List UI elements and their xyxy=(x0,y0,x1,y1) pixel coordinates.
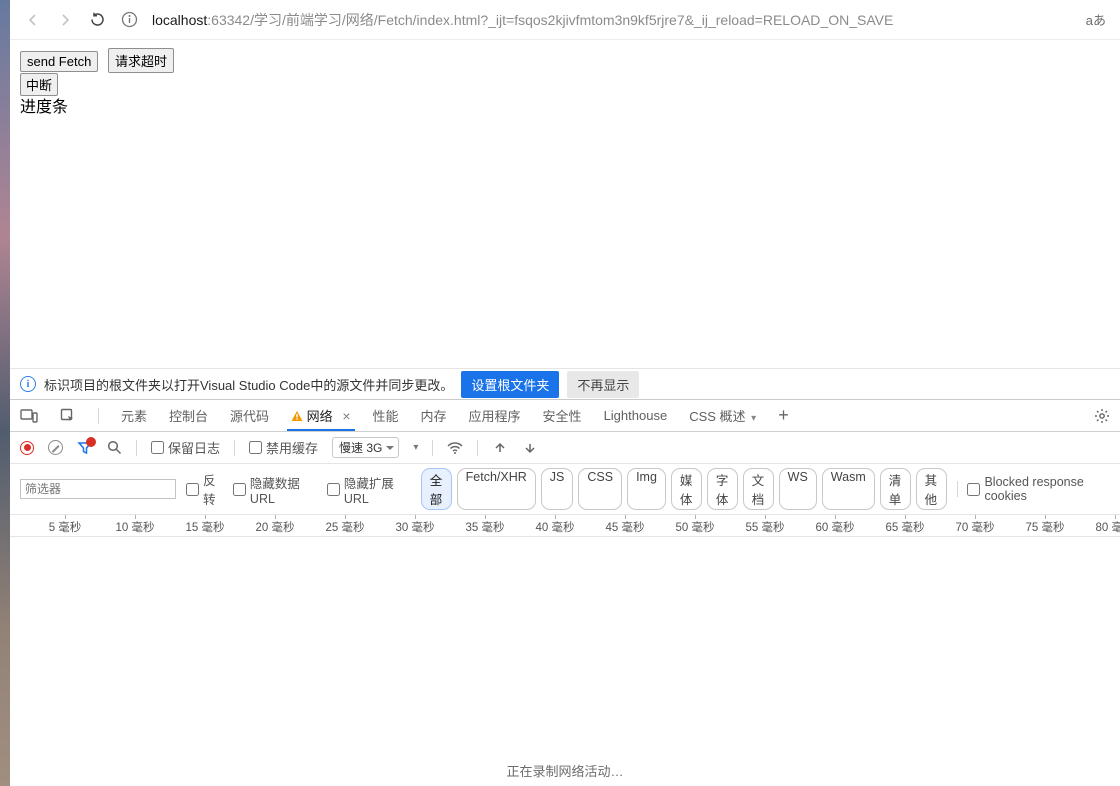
address-bar: localhost:63342/学习/前端学习/网络/Fetch/index.h… xyxy=(10,0,1120,40)
ruler-tick: 15 毫秒 xyxy=(170,515,240,535)
network-filter-bar: 反转 隐藏数据 URL 隐藏扩展 URL 全部Fetch/XHRJSCSSImg… xyxy=(10,464,1120,515)
timeline-ruler[interactable]: 5 毫秒10 毫秒15 毫秒20 毫秒25 毫秒30 毫秒35 毫秒40 毫秒4… xyxy=(10,515,1120,537)
recording-message: 正在录制网络活动… xyxy=(10,761,1120,780)
tab-network[interactable]: 网络 × xyxy=(291,401,350,430)
network-waterfall[interactable]: 正在录制网络活动… xyxy=(10,537,1120,786)
separator xyxy=(477,440,478,456)
abort-button[interactable]: 中断 xyxy=(20,73,58,96)
browser-window: localhost:63342/学习/前端学习/网络/Fetch/index.h… xyxy=(10,0,1120,786)
filter-badge xyxy=(86,437,96,447)
set-root-button[interactable]: 设置根文件夹 xyxy=(461,371,559,398)
ruler-tick: 45 毫秒 xyxy=(590,515,660,535)
filter-icon[interactable] xyxy=(77,440,93,456)
type-chip[interactable]: CSS xyxy=(578,468,622,510)
device-mode-icon[interactable] xyxy=(20,408,38,424)
page-blank-area xyxy=(10,119,1120,368)
translate-icon[interactable]: aあ xyxy=(1086,10,1106,29)
type-chip[interactable]: Fetch/XHR xyxy=(457,468,536,510)
hide-data-url-checkbox[interactable]: 隐藏数据 URL xyxy=(233,473,317,506)
separator xyxy=(234,440,235,456)
ruler-tick: 5 毫秒 xyxy=(30,515,100,535)
disable-cache-checkbox[interactable]: 禁用缓存 xyxy=(249,438,318,457)
type-chips: 全部Fetch/XHRJSCSSImg媒体字体文档WSWasm清单其他 xyxy=(421,468,947,510)
ruler-tick: 60 毫秒 xyxy=(800,515,870,535)
settings-icon[interactable] xyxy=(1094,408,1110,424)
add-tab-icon[interactable]: + xyxy=(778,405,789,426)
warning-icon xyxy=(291,410,303,422)
throttle-more-icon[interactable]: ▾ xyxy=(413,442,418,453)
dismiss-button[interactable]: 不再显示 xyxy=(567,371,639,398)
tab-network-label: 网络 xyxy=(307,409,333,424)
reload-icon[interactable] xyxy=(88,11,106,29)
separator xyxy=(957,481,958,497)
type-chip[interactable]: JS xyxy=(541,468,574,510)
filter-input[interactable] xyxy=(20,479,176,499)
tab-console[interactable]: 控制台 xyxy=(169,401,208,430)
tab-security[interactable]: 安全性 xyxy=(543,401,582,430)
chevron-down-icon: ▾ xyxy=(751,413,756,424)
ruler-tick: 40 毫秒 xyxy=(520,515,590,535)
search-icon[interactable] xyxy=(107,440,122,455)
download-har-icon[interactable] xyxy=(522,440,538,456)
ruler-tick: 25 毫秒 xyxy=(310,515,380,535)
ruler-tick: 75 毫秒 xyxy=(1010,515,1080,535)
address-url[interactable]: localhost:63342/学习/前端学习/网络/Fetch/index.h… xyxy=(152,10,1072,30)
inspect-icon[interactable] xyxy=(60,408,76,424)
timeout-button[interactable]: 请求超时 xyxy=(108,48,174,73)
site-info-icon[interactable] xyxy=(120,11,138,29)
info-icon: i xyxy=(20,376,36,392)
separator xyxy=(432,440,433,456)
type-chip[interactable]: 字体 xyxy=(707,468,738,510)
clear-button[interactable] xyxy=(48,440,63,455)
separator xyxy=(98,408,99,424)
page-content: send Fetch 请求超时 中断 进度条 xyxy=(10,40,1120,119)
send-fetch-button[interactable]: send Fetch xyxy=(20,51,98,72)
network-toolbar: 保留日志 禁用缓存 慢速 3G ▾ xyxy=(10,432,1120,464)
separator xyxy=(136,440,137,456)
network-conditions-icon[interactable] xyxy=(447,440,463,456)
preserve-log-checkbox[interactable]: 保留日志 xyxy=(151,438,220,457)
forward-icon[interactable] xyxy=(56,11,74,29)
address-host: localhost xyxy=(152,12,207,28)
tab-elements[interactable]: 元素 xyxy=(121,401,147,430)
ruler-tick: 55 毫秒 xyxy=(730,515,800,535)
blocked-cookies-checkbox[interactable]: Blocked response cookies xyxy=(967,475,1110,503)
tab-cssoverview[interactable]: CSS 概述 ▾ xyxy=(689,401,756,430)
ruler-tick: 35 毫秒 xyxy=(450,515,520,535)
devtools-tabs: 元素 控制台 源代码 网络 × 性能 内存 应用程序 安全性 Lighthous… xyxy=(10,400,1120,432)
infobar-text: 标识项目的根文件夹以打开Visual Studio Code中的源文件并同步更改… xyxy=(44,375,453,394)
type-chip[interactable]: 文档 xyxy=(743,468,774,510)
tab-sources[interactable]: 源代码 xyxy=(230,401,269,430)
hide-ext-url-checkbox[interactable]: 隐藏扩展 URL xyxy=(327,473,411,506)
devtools-infobar: i 标识项目的根文件夹以打开Visual Studio Code中的源文件并同步… xyxy=(10,368,1120,400)
invert-checkbox[interactable]: 反转 xyxy=(186,470,223,508)
ruler-tick: 20 毫秒 xyxy=(240,515,310,535)
ruler-tick: 30 毫秒 xyxy=(380,515,450,535)
ruler-tick: 50 毫秒 xyxy=(660,515,730,535)
type-chip[interactable]: 媒体 xyxy=(671,468,702,510)
tab-memory[interactable]: 内存 xyxy=(421,401,447,430)
back-icon[interactable] xyxy=(24,11,42,29)
close-icon[interactable]: × xyxy=(342,408,350,424)
ruler-tick: 10 毫秒 xyxy=(100,515,170,535)
upload-har-icon[interactable] xyxy=(492,440,508,456)
ruler-tick: 70 毫秒 xyxy=(940,515,1010,535)
tab-application[interactable]: 应用程序 xyxy=(469,401,521,430)
type-chip[interactable]: 全部 xyxy=(421,468,452,510)
tab-performance[interactable]: 性能 xyxy=(373,401,399,430)
ruler-tick: 80 毫秒 xyxy=(1080,515,1120,535)
type-chip[interactable]: 清单 xyxy=(880,468,911,510)
throttle-select[interactable]: 慢速 3G xyxy=(332,437,399,458)
type-chip[interactable]: 其他 xyxy=(916,468,947,510)
tab-lighthouse[interactable]: Lighthouse xyxy=(604,403,668,428)
type-chip[interactable]: Img xyxy=(627,468,666,510)
record-button[interactable] xyxy=(20,441,34,455)
os-sidebar-sliver xyxy=(0,0,10,786)
type-chip[interactable]: Wasm xyxy=(822,468,875,510)
progress-label: 进度条 xyxy=(20,97,1110,119)
type-chip[interactable]: WS xyxy=(779,468,817,510)
ruler-tick: 65 毫秒 xyxy=(870,515,940,535)
